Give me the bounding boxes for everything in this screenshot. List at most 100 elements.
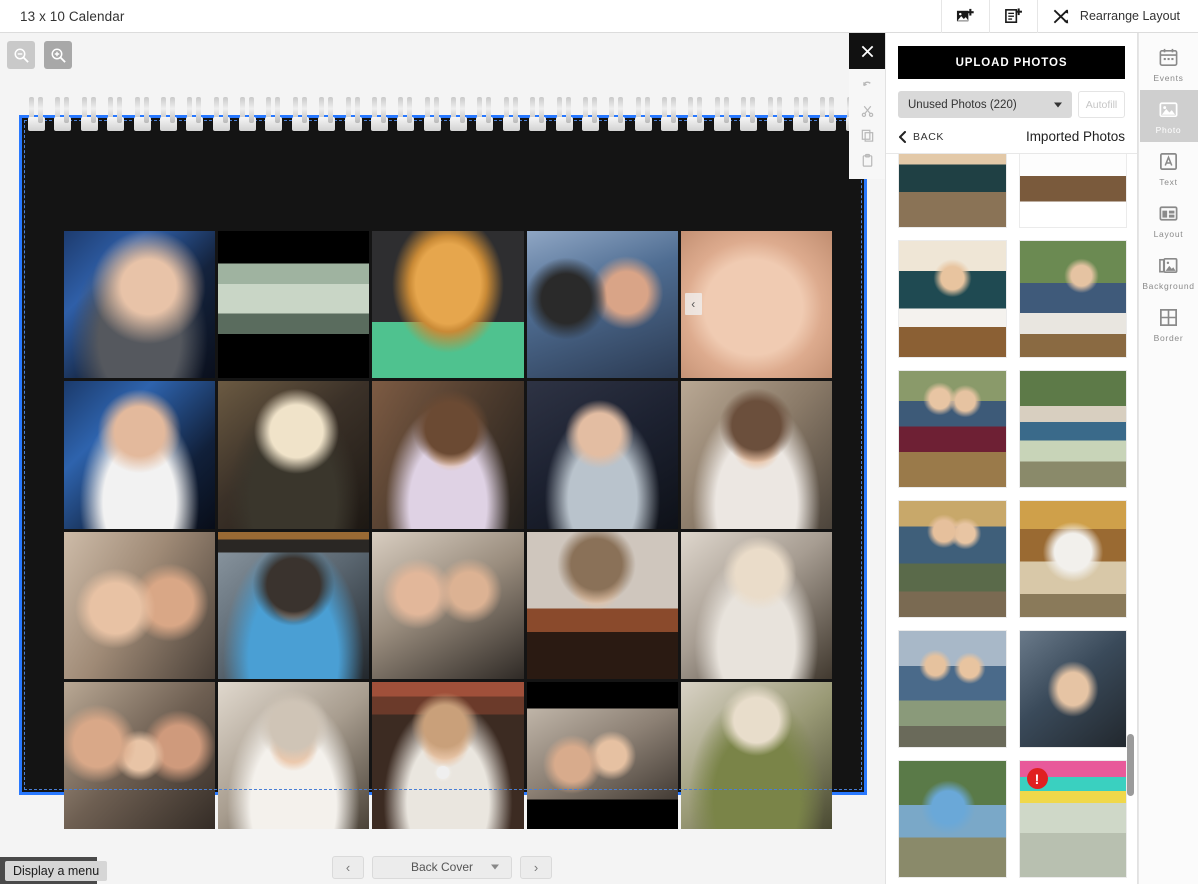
photo-cell[interactable]	[372, 381, 523, 528]
photo-image	[372, 532, 523, 679]
thumbnail-item[interactable]	[1019, 370, 1128, 488]
rearrange-layout-button[interactable]: Rearrange Layout	[1037, 0, 1198, 33]
sidebar-item-background[interactable]: Background	[1140, 246, 1198, 298]
thumbnail-item[interactable]	[1019, 500, 1128, 618]
clipboard-icon	[860, 153, 875, 168]
sidebar-item-label: Text	[1159, 177, 1177, 187]
upload-photos-button[interactable]: UPLOAD PHOTOS	[898, 46, 1125, 79]
thumbnail-list[interactable]: !	[886, 154, 1137, 884]
photo-cell[interactable]	[527, 381, 678, 528]
title-bar: 13 x 10 Calendar	[0, 0, 1198, 33]
photo-cell[interactable]	[64, 682, 215, 829]
thumbnail-image	[899, 371, 1006, 487]
photo-image	[218, 532, 369, 679]
sidebar-item-label: Layout	[1154, 229, 1184, 239]
thumbnail-item[interactable]: !	[1019, 760, 1128, 878]
thumbnail-item[interactable]	[898, 154, 1007, 228]
photo-cell[interactable]	[64, 381, 215, 528]
zoom-in-button[interactable]	[44, 41, 72, 69]
unused-photos-value: Unused Photos (220)	[908, 99, 1017, 111]
next-page-button[interactable]: ›	[520, 856, 552, 879]
text-icon	[1158, 151, 1179, 172]
close-toolbar-button[interactable]	[849, 33, 885, 69]
photo-cell[interactable]	[681, 532, 832, 679]
photo-cell[interactable]	[527, 682, 678, 829]
copy-button[interactable]	[849, 123, 885, 148]
add-photo-icon	[956, 7, 975, 26]
sidebar-item-label: Photo	[1156, 125, 1182, 135]
sidebar-item-photo[interactable]: Photo	[1140, 90, 1198, 142]
photo-cell[interactable]	[218, 381, 369, 528]
previous-page-button[interactable]: ‹	[332, 856, 364, 879]
back-label: BACK	[913, 131, 944, 143]
page-logo-dot	[437, 766, 450, 779]
cut-button[interactable]	[849, 98, 885, 123]
page-selector[interactable]: Back Cover	[372, 856, 512, 879]
floating-edit-toolbar	[849, 33, 885, 179]
unused-photos-select[interactable]: Unused Photos (220)	[898, 91, 1072, 118]
panel-scrollbar[interactable]	[1127, 154, 1134, 884]
thumbnail-item[interactable]	[1019, 630, 1128, 748]
thumbnail-item[interactable]	[898, 760, 1007, 878]
photo-image	[218, 231, 369, 378]
photo-panel-subheader: BACK Imported Photos	[886, 118, 1137, 154]
photo-cell[interactable]	[527, 231, 678, 378]
scrollbar-thumb[interactable]	[1127, 734, 1134, 796]
thumbnail-item[interactable]	[1019, 240, 1128, 358]
photo-cell[interactable]	[681, 381, 832, 528]
autofill-button[interactable]: Autofill	[1078, 91, 1125, 118]
page-selector-label: Back Cover	[411, 860, 473, 874]
thumbnail-item[interactable]	[898, 500, 1007, 618]
calendar-page[interactable]: ‹	[19, 115, 867, 795]
photo-image	[372, 231, 523, 378]
thumbnail-item[interactable]	[898, 630, 1007, 748]
thumbnail-item[interactable]	[898, 240, 1007, 358]
photo-panel: UPLOAD PHOTOS Unused Photos (220) Autofi…	[885, 33, 1138, 884]
zoom-out-button[interactable]	[7, 41, 35, 69]
thumbnail-image	[899, 761, 1006, 877]
sidebar-item-label: Events	[1153, 73, 1183, 83]
photo-cell[interactable]	[372, 532, 523, 679]
chevron-left-icon	[898, 131, 907, 143]
thumbnail-image	[899, 154, 1006, 227]
photo-cell[interactable]	[218, 682, 369, 829]
border-icon	[1158, 307, 1179, 328]
chevron-left-icon: ‹	[346, 860, 350, 875]
thumbnail-image	[899, 501, 1006, 617]
back-button[interactable]: BACK	[898, 131, 944, 143]
photo-cell[interactable]: ‹	[681, 231, 832, 378]
page-title: 13 x 10 Calendar	[20, 9, 124, 24]
photo-cell[interactable]	[218, 532, 369, 679]
chevron-left-icon: ‹	[691, 297, 695, 311]
sidebar-item-text[interactable]: Text	[1140, 142, 1198, 194]
scissors-icon	[860, 103, 875, 118]
sidebar-item-layout[interactable]: Layout	[1140, 194, 1198, 246]
photo-cell[interactable]	[64, 532, 215, 679]
sidebar-item-events[interactable]: Events	[1140, 38, 1198, 90]
rearrange-layout-label: Rearrange Layout	[1080, 9, 1180, 23]
photo-cell[interactable]	[64, 231, 215, 378]
photo-image	[527, 532, 678, 679]
thumbnail-image	[1020, 154, 1127, 227]
paste-button[interactable]	[849, 148, 885, 173]
close-icon	[860, 44, 875, 59]
thumbnail-item[interactable]	[898, 370, 1007, 488]
design-canvas[interactable]: ‹	[0, 75, 884, 850]
status-bar-tooltip-host: Display a menu	[0, 857, 97, 884]
calendar-editor-app: 13 x 10 Calendar	[0, 0, 1198, 884]
photo-cell[interactable]	[372, 231, 523, 378]
thumbnail-image	[1020, 371, 1127, 487]
photo-cell[interactable]	[527, 532, 678, 679]
photo-cell[interactable]	[681, 682, 832, 829]
chevron-down-icon	[1054, 102, 1062, 107]
undo-button[interactable]	[849, 73, 885, 98]
add-page-button[interactable]	[989, 0, 1037, 33]
imported-photos-label: Imported Photos	[1026, 129, 1125, 144]
photo-cell[interactable]	[218, 231, 369, 378]
sidebar-item-border[interactable]: Border	[1140, 298, 1198, 350]
add-photo-button[interactable]	[941, 0, 989, 33]
cell-prev-button[interactable]: ‹	[685, 293, 702, 315]
thumbnail-item[interactable]	[1019, 154, 1128, 228]
photo-cell[interactable]	[372, 682, 523, 829]
thumbnail-image	[1020, 241, 1127, 357]
